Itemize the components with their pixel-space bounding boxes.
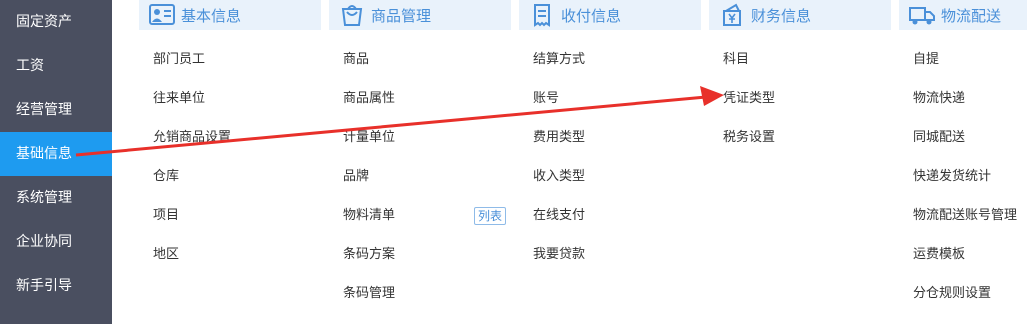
menu-item-tax-settings[interactable]: 税务设置: [723, 128, 775, 148]
menu-item-barcode-management[interactable]: 条码管理: [343, 284, 395, 304]
menu-item-allowed-goods-settings[interactable]: 允销商品设置: [153, 128, 231, 148]
receipt-icon: [525, 0, 559, 30]
menu-item-warehouse[interactable]: 仓库: [153, 167, 179, 187]
menu-item-online-payment[interactable]: 在线支付: [533, 206, 585, 226]
menu-item-income-types[interactable]: 收入类型: [533, 167, 585, 187]
menu-item-expense-types[interactable]: 费用类型: [533, 128, 585, 148]
column-title: 基本信息: [181, 6, 242, 25]
menu-item-accounts[interactable]: 账号: [533, 89, 559, 109]
column-header: 财务信息: [709, 0, 891, 30]
column-title: 财务信息: [751, 6, 812, 25]
column-basic-info: 基本信息 部门员工 往来单位 允销商品设置 仓库 项目 地区: [139, 0, 321, 262]
menu-item-department-staff[interactable]: 部门员工: [153, 50, 205, 70]
menu-item-warehouse-rules[interactable]: 分仓规则设置: [913, 284, 991, 304]
goods-bag-icon: [335, 0, 369, 30]
column-finance-info: 财务信息 科目 凭证类型 税务设置: [709, 0, 891, 145]
column-header: 物流配送: [899, 0, 1027, 30]
column-logistics: 物流配送 自提 物流快递 同城配送 快递发货统计 物流配送账号管理 运费模板 分…: [899, 0, 1027, 301]
finance-yen-icon: [715, 0, 749, 30]
column-header: 基本信息: [139, 0, 321, 30]
menu-item-self-pickup[interactable]: 自提: [913, 50, 939, 70]
sidebar-item-system-management[interactable]: 系统管理: [0, 176, 112, 220]
menu-item-goods[interactable]: 商品: [343, 50, 369, 70]
sidebar-item-salary[interactable]: 工资: [0, 44, 112, 88]
list-badge-button[interactable]: 列表: [474, 207, 507, 225]
sidebar-item-beginner-guide[interactable]: 新手引导: [0, 264, 112, 308]
menu-item-measurement-units[interactable]: 计量单位: [343, 128, 395, 148]
delivery-truck-icon: [905, 0, 939, 30]
menu-item-bill-of-materials[interactable]: 物料清单: [343, 206, 395, 226]
menu-item-freight-template[interactable]: 运费模板: [913, 245, 965, 265]
menu-item-region[interactable]: 地区: [153, 245, 179, 265]
menu-item-partner-units[interactable]: 往来单位: [153, 89, 205, 109]
column-title: 收付信息: [561, 6, 622, 25]
menu-item-same-city-delivery[interactable]: 同城配送: [913, 128, 965, 148]
column-header: 商品管理: [329, 0, 511, 30]
menu-item-subjects[interactable]: 科目: [723, 50, 749, 70]
column-goods-management: 商品管理 商品 商品属性 计量单位 品牌 物料清单 列表 条码方案 条码管理: [329, 0, 511, 301]
menu-item-barcode-scheme[interactable]: 条码方案: [343, 245, 395, 265]
menu-item-project[interactable]: 项目: [153, 206, 179, 226]
sidebar-item-enterprise-collaboration[interactable]: 企业协同: [0, 220, 112, 264]
menu-item-express-shipping-stats[interactable]: 快递发货统计: [913, 167, 991, 187]
menu-item-apply-loan[interactable]: 我要贷款: [533, 245, 585, 265]
column-header: 收付信息: [519, 0, 701, 30]
menu-item-voucher-types[interactable]: 凭证类型: [723, 89, 775, 109]
menu-item-settlement-methods[interactable]: 结算方式: [533, 50, 585, 70]
sidebar-item-basic-info[interactable]: 基础信息: [0, 132, 112, 176]
column-payment-info: 收付信息 结算方式 账号 费用类型 收入类型 在线支付 我要贷款: [519, 0, 701, 262]
menu-item-logistics-account-management[interactable]: 物流配送账号管理: [913, 206, 1017, 226]
sidebar-item-business-management[interactable]: 经营管理: [0, 88, 112, 132]
basic-info-icon: [145, 0, 179, 30]
column-title: 物流配送: [941, 6, 1002, 25]
sidebar: 固定资产 工资 经营管理 基础信息 系统管理 企业协同 新手引导: [0, 0, 112, 324]
menu-item-brand[interactable]: 品牌: [343, 167, 369, 187]
menu-item-goods-attributes[interactable]: 商品属性: [343, 89, 395, 109]
menu-item-express-logistics[interactable]: 物流快递: [913, 89, 965, 109]
column-title: 商品管理: [371, 6, 432, 25]
sidebar-item-fixed-assets[interactable]: 固定资产: [0, 0, 112, 44]
menu-panel: 基本信息 部门员工 往来单位 允销商品设置 仓库 项目 地区 商品管理 商品 商…: [112, 0, 1027, 324]
